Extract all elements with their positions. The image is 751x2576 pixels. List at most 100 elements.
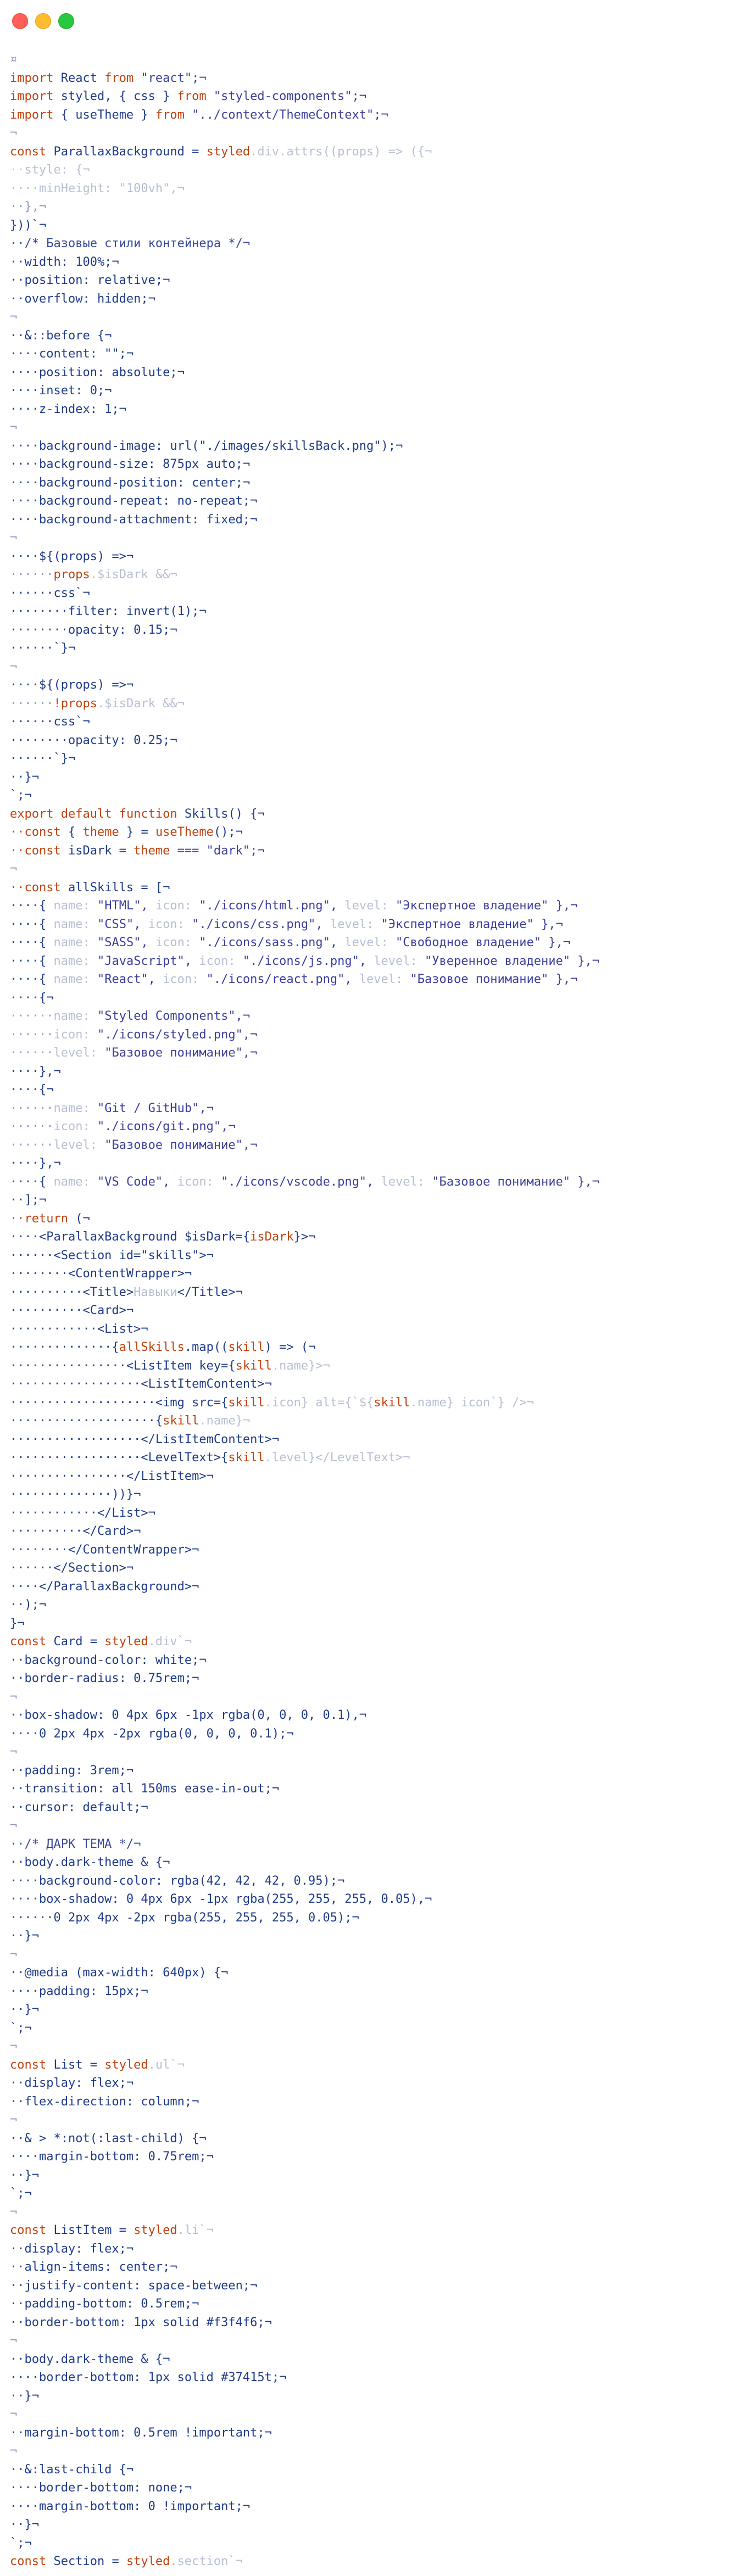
code-line[interactable]: ¬ <box>10 2037 746 2056</box>
code-line[interactable]: ····················{skill.name}¬ <box>10 1412 746 1431</box>
code-line[interactable]: ··max-width: 900px;¬ <box>10 2571 746 2574</box>
code-line[interactable]: ····················<img src={skill.icon… <box>10 1394 746 1412</box>
code-line[interactable]: ····background-size: 875px auto;¬ <box>10 455 746 474</box>
code-line[interactable]: ············<List>¬ <box>10 1320 746 1339</box>
code-line[interactable]: const Section = styled.section`¬ <box>10 2552 746 2571</box>
code-line[interactable]: ····border-bottom: none;¬ <box>10 2479 746 2497</box>
code-line[interactable]: ··&::before {¬ <box>10 327 746 345</box>
code-line[interactable]: ····{ name: "HTML", icon: "./icons/html.… <box>10 897 746 915</box>
code-line[interactable]: ··············{allSkills.map((skill) => … <box>10 1338 746 1357</box>
code-line[interactable]: ······!props.$isDark &&¬ <box>10 695 746 713</box>
code-line[interactable]: ··return (¬ <box>10 1210 746 1228</box>
code-line[interactable]: ····margin-bottom: 0 !important;¬ <box>10 2497 746 2516</box>
code-line[interactable]: ······level: "Базовое понимание",¬ <box>10 1136 746 1155</box>
code-line[interactable]: ····background-color: rgba(42, 42, 42, 0… <box>10 1872 746 1891</box>
code-line[interactable]: ¬ <box>10 2332 746 2350</box>
code-line[interactable]: ········opacity: 0.15;¬ <box>10 621 746 640</box>
code-line[interactable]: ····<ParallaxBackground $isDark={isDark}… <box>10 1228 746 1247</box>
code-line[interactable]: ··}¬ <box>10 768 746 787</box>
code-line[interactable]: export default function Skills() {¬ <box>10 805 746 824</box>
code-line[interactable]: ····${(props) =>¬ <box>10 676 746 695</box>
code-line[interactable]: ········filter: invert(1);¬ <box>10 602 746 621</box>
code-line[interactable]: ··);¬ <box>10 1596 746 1614</box>
code-line[interactable]: ····content: "";¬ <box>10 345 746 364</box>
code-line[interactable]: ··}¬ <box>10 2387 746 2406</box>
code-line[interactable]: ····box-shadow: 0 4px 6px -1px rgba(255,… <box>10 1890 746 1909</box>
code-line[interactable]: ··align-items: center;¬ <box>10 2258 746 2277</box>
code-line[interactable]: ········<ContentWrapper>¬ <box>10 1265 746 1283</box>
code-line[interactable]: ¬ <box>10 418 746 437</box>
code-line[interactable]: ¬ <box>10 1743 746 1762</box>
code-line[interactable]: ····</ParallaxBackground>¬ <box>10 1578 746 1596</box>
code-line[interactable]: ¬ <box>10 2405 746 2424</box>
code-line[interactable]: ¬ <box>10 1946 746 1964</box>
code-line[interactable]: ··@media (max-width: 640px) {¬ <box>10 1964 746 1982</box>
maximize-button[interactable] <box>58 13 74 29</box>
code-line[interactable]: ······icon: "./icons/styled.png",¬ <box>10 1026 746 1044</box>
code-line[interactable]: ······0 2px 4px -2px rgba(255, 255, 255,… <box>10 1909 746 1927</box>
code-line[interactable]: ··width: 100%;¬ <box>10 253 746 272</box>
code-line[interactable]: ··}¬ <box>10 2516 746 2534</box>
code-line[interactable]: ······props.$isDark &&¬ <box>10 566 746 584</box>
code-line[interactable]: ····background-image: url("./images/skil… <box>10 437 746 456</box>
code-line[interactable]: ····background-repeat: no-repeat;¬ <box>10 492 746 511</box>
code-line[interactable]: `;¬ <box>10 2019 746 2038</box>
code-line[interactable]: ··border-radius: 0.75rem;¬ <box>10 1669 746 1688</box>
code-line[interactable]: ··········<Card>¬ <box>10 1301 746 1320</box>
code-line[interactable]: ··position: relative;¬ <box>10 271 746 290</box>
code-line[interactable]: ····{ name: "SASS", icon: "./icons/sass.… <box>10 934 746 952</box>
code-line[interactable]: ····{ name: "VS Code", icon: "./icons/vs… <box>10 1173 746 1192</box>
code-line[interactable]: ····{¬ <box>10 989 746 1008</box>
code-line[interactable]: import { useTheme } from "../context/The… <box>10 106 746 125</box>
code-line[interactable]: ··/* Базовые стили контейнера */¬ <box>10 234 746 253</box>
code-line[interactable]: ··flex-direction: column;¬ <box>10 2093 746 2111</box>
code-line[interactable]: ··border-bottom: 1px solid #f3f4f6;¬ <box>10 2314 746 2332</box>
code-line[interactable]: ················</ListItem>¬ <box>10 1467 746 1486</box>
code-line[interactable]: import styled, { css } from "styled-comp… <box>10 87 746 106</box>
code-line[interactable]: ········opacity: 0.25;¬ <box>10 731 746 750</box>
code-line[interactable]: ¬ <box>10 529 746 547</box>
code-line[interactable]: ¬ <box>10 1688 746 1707</box>
code-editor[interactable]: ¤ import React from "react";¬ import style… <box>10 51 746 2574</box>
code-line[interactable]: import React from "react";¬ <box>10 69 746 88</box>
close-button[interactable] <box>12 13 28 29</box>
code-line[interactable]: ··padding: 3rem;¬ <box>10 1762 746 1780</box>
code-line[interactable]: ··},¬ <box>10 198 746 216</box>
code-line[interactable]: ······name: "Git / GitHub",¬ <box>10 1099 746 1118</box>
code-line[interactable]: ¬ <box>10 860 746 879</box>
code-line[interactable]: ······</Section>¬ <box>10 1559 746 1578</box>
code-line[interactable]: ····minHeight: "100vh",¬ <box>10 180 746 198</box>
code-line[interactable]: ··············))}¬ <box>10 1485 746 1504</box>
code-line[interactable]: ··/* ДАРК ТЕМА */¬ <box>10 1835 746 1854</box>
code-line[interactable]: ··display: flex;¬ <box>10 2240 746 2259</box>
code-line[interactable]: ¬ <box>10 658 746 677</box>
code-line[interactable]: ··}¬ <box>10 2166 746 2185</box>
code-line[interactable]: }))`¬ <box>10 216 746 235</box>
code-line[interactable]: ····},¬ <box>10 1063 746 1081</box>
code-line[interactable]: ¤ <box>10 51 746 69</box>
code-line[interactable]: ··body.dark-theme & {¬ <box>10 2350 746 2369</box>
code-line[interactable]: ····0 2px 4px -2px rgba(0, 0, 0, 0.1);¬ <box>10 1725 746 1744</box>
code-line[interactable]: ··justify-content: space-between;¬ <box>10 2277 746 2295</box>
code-line[interactable]: const Card = styled.div`¬ <box>10 1633 746 1651</box>
code-line[interactable]: ··}¬ <box>10 2001 746 2019</box>
code-line[interactable]: ¬ <box>10 308 746 327</box>
code-line[interactable]: ··················<LevelText>{skill.leve… <box>10 1449 746 1467</box>
code-line[interactable]: ··const { theme } = useTheme();¬ <box>10 823 746 842</box>
code-line[interactable]: `;¬ <box>10 2184 746 2203</box>
code-line[interactable]: ······css`¬ <box>10 713 746 731</box>
code-line[interactable]: ····${(props) =>¬ <box>10 547 746 566</box>
code-line[interactable]: ··················</ListItemContent>¬ <box>10 1431 746 1449</box>
code-line[interactable]: ······icon: "./icons/git.png",¬ <box>10 1117 746 1136</box>
code-line[interactable]: ··transition: all 150ms ease-in-out;¬ <box>10 1780 746 1798</box>
code-line[interactable]: ··········<Title>Навыки</Title>¬ <box>10 1283 746 1302</box>
code-line[interactable]: ······css`¬ <box>10 584 746 603</box>
code-line[interactable]: ··················<ListItemContent>¬ <box>10 1375 746 1394</box>
code-line[interactable]: ····position: absolute;¬ <box>10 364 746 382</box>
code-line[interactable]: ················<ListItem key={skill.nam… <box>10 1357 746 1376</box>
code-line[interactable]: ····{¬ <box>10 1081 746 1099</box>
code-line[interactable]: ······name: "Styled Components",¬ <box>10 1007 746 1026</box>
code-line[interactable]: ··cursor: default;¬ <box>10 1798 746 1817</box>
minimize-button[interactable] <box>35 13 51 29</box>
code-line[interactable]: ····{ name: "CSS", icon: "./icons/css.pn… <box>10 915 746 934</box>
